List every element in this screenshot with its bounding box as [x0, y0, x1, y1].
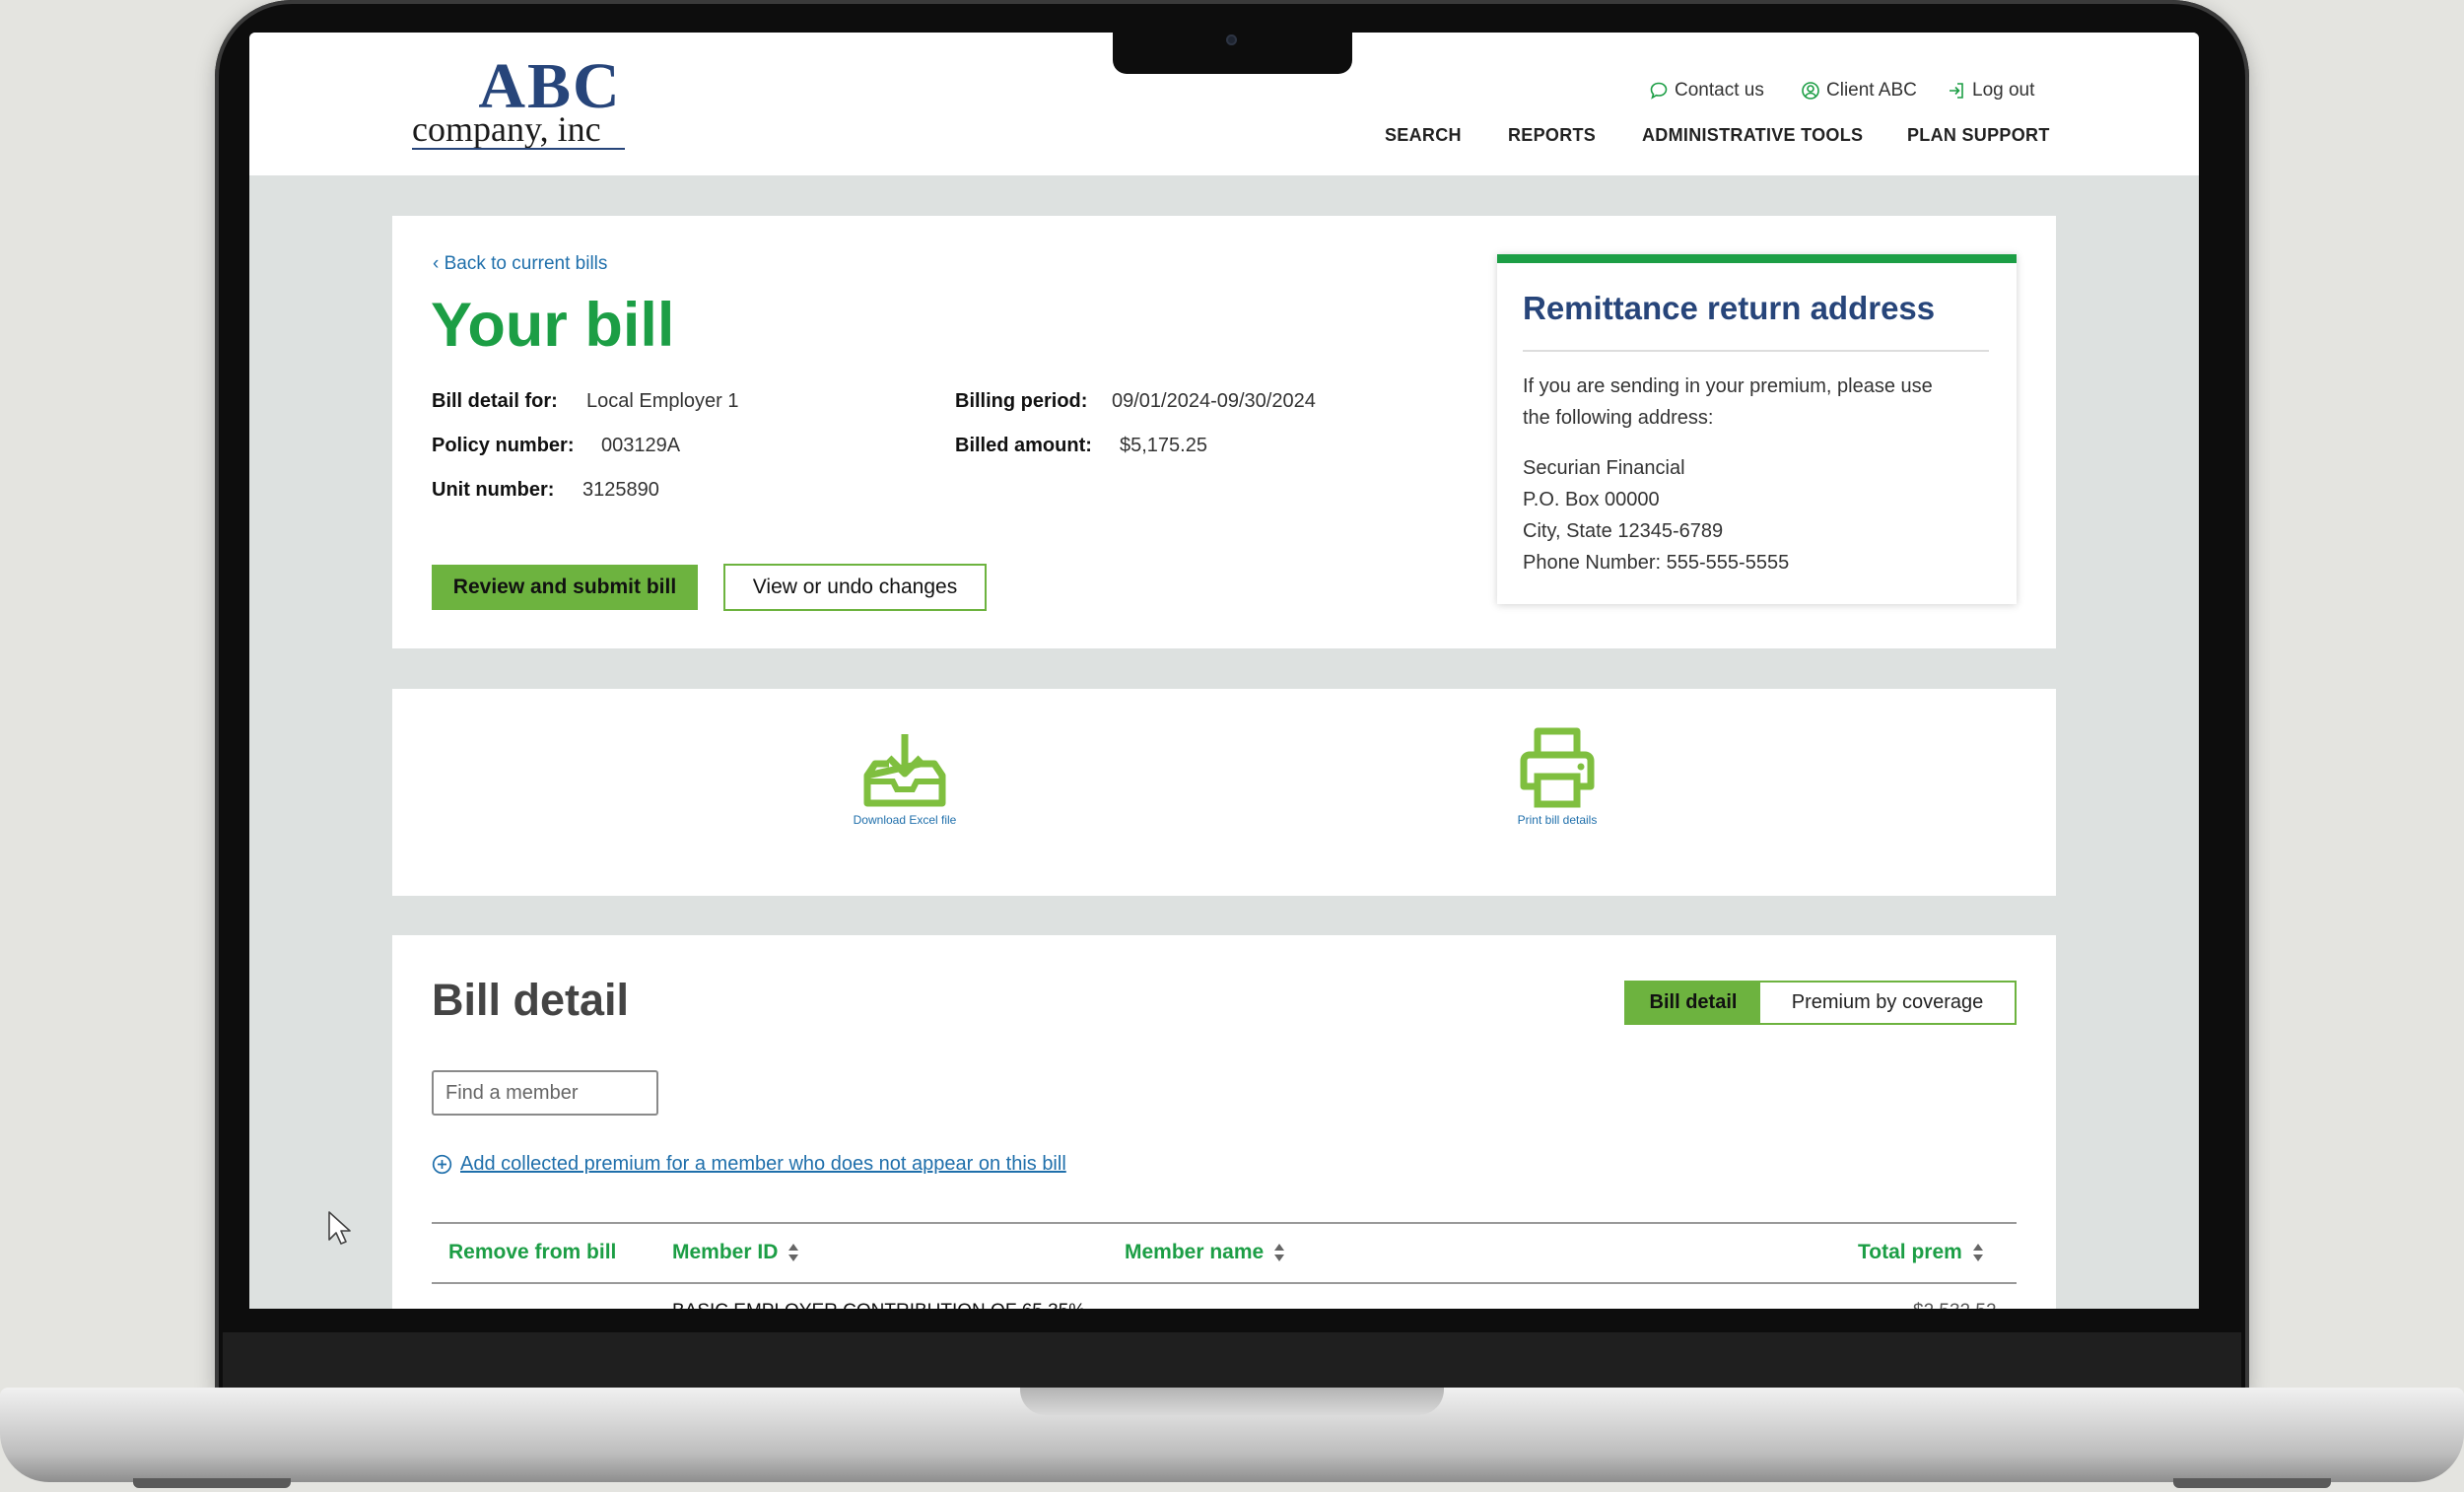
- download-excel-label: Download Excel file: [853, 813, 957, 827]
- chevron-left-icon: ‹: [433, 253, 445, 274]
- client-account-link[interactable]: Client ABC: [1801, 76, 1917, 105]
- mouse-cursor-icon: [328, 1211, 351, 1245]
- remittance-address-phone: Phone Number: 555-555-5555: [1523, 552, 1790, 574]
- contact-us-label: Contact us: [1675, 80, 1764, 101]
- plus-circle-icon: [432, 1154, 452, 1175]
- sort-icon: [1972, 1244, 1983, 1261]
- page-title: Your bill: [431, 291, 675, 360]
- unit-number-label: Unit number:: [432, 479, 555, 501]
- logo-company-name[interactable]: company, inc: [412, 111, 629, 147]
- laptop-foot-right: [2173, 1478, 2331, 1488]
- unit-number-value: 3125890: [582, 479, 659, 501]
- contact-us-link[interactable]: Contact us: [1649, 76, 1764, 105]
- column-remove-from-bill-label: Remove from bill: [448, 1241, 617, 1263]
- billed-amount-value: $5,175.25: [1120, 435, 1207, 456]
- column-member-id[interactable]: Member ID: [672, 1241, 799, 1264]
- nav-search[interactable]: SEARCH: [1385, 125, 1462, 146]
- back-link-label: Back to current bills: [444, 253, 608, 274]
- download-tray-icon: [863, 734, 946, 807]
- printer-icon: [1520, 727, 1595, 808]
- camera-icon: [1226, 34, 1237, 45]
- user-circle-icon: [1802, 82, 1819, 100]
- laptop-bezel-bottom: [223, 1332, 2241, 1391]
- column-member-name-label: Member name: [1125, 1241, 1265, 1263]
- add-collected-premium-link[interactable]: Add collected premium for a member who d…: [432, 1153, 1066, 1176]
- view-or-undo-changes-button[interactable]: View or undo changes: [723, 564, 987, 611]
- billing-period-value: 09/01/2024-09/30/2024: [1112, 390, 1316, 412]
- find-member-input[interactable]: [432, 1070, 658, 1116]
- print-bill-details-link[interactable]: Print bill details: [1493, 725, 1621, 827]
- billed-amount-label: Billed amount:: [955, 435, 1092, 456]
- remittance-intro-line-1: If you are sending in your premium, plea…: [1523, 375, 1933, 397]
- remittance-intro-line-2: the following address:: [1523, 407, 1714, 429]
- column-total-premium-label: Total prem: [1858, 1241, 1962, 1263]
- download-excel-link[interactable]: Download Excel file: [841, 730, 969, 827]
- tab-bill-detail[interactable]: Bill detail: [1626, 983, 1760, 1023]
- column-member-id-label: Member ID: [672, 1241, 779, 1263]
- client-account-label: Client ABC: [1826, 80, 1917, 101]
- logout-icon: [1950, 83, 1963, 99]
- bill-detail-for-value: Local Employer 1: [586, 390, 739, 412]
- log-out-link[interactable]: Log out: [1947, 76, 2034, 105]
- laptop-base-notch: [1020, 1388, 1444, 1415]
- table-row-description: BASIC EMPLOYER CONTRIBUTION OF 65.35%: [672, 1301, 1085, 1309]
- table-row-amount: $2,532.52: [1913, 1301, 1997, 1309]
- sort-icon: [788, 1244, 799, 1261]
- remittance-address-city: City, State 12345-6789: [1523, 520, 1724, 542]
- screen: ABC company, inc Contact us Client ABC L…: [249, 33, 2199, 1309]
- sort-icon: [1274, 1244, 1285, 1261]
- policy-number-value: 003129A: [601, 435, 681, 456]
- remittance-divider: [1523, 350, 1989, 352]
- laptop-foot-left: [133, 1478, 291, 1488]
- bill-detail-title: Bill detail: [432, 975, 630, 1025]
- print-bill-details-label: Print bill details: [1517, 813, 1598, 827]
- column-member-name[interactable]: Member name: [1125, 1241, 1285, 1264]
- back-to-current-bills-link[interactable]: ‹ Back to current bills: [433, 253, 607, 275]
- column-remove-from-bill: Remove from bill: [448, 1241, 616, 1264]
- table-top-border: [432, 1222, 2017, 1224]
- nav-administrative-tools[interactable]: ADMINISTRATIVE TOOLS: [1642, 125, 1863, 146]
- table-header-border: [432, 1282, 2017, 1284]
- remittance-title: Remittance return address: [1523, 290, 1936, 326]
- nav-reports[interactable]: REPORTS: [1508, 125, 1596, 146]
- remittance-address-name: Securian Financial: [1523, 457, 1685, 479]
- tab-premium-by-coverage[interactable]: Premium by coverage: [1760, 983, 2015, 1023]
- log-out-label: Log out: [1972, 80, 2035, 101]
- policy-number-label: Policy number:: [432, 435, 575, 456]
- nav-plan-support[interactable]: PLAN SUPPORT: [1907, 125, 2050, 146]
- column-total-premium[interactable]: Total prem: [1858, 1241, 1984, 1264]
- view-toggle-group: Bill detail Premium by coverage: [1624, 981, 2017, 1025]
- chat-bubble-icon: [1650, 82, 1668, 100]
- bill-actions-card: [392, 689, 2056, 896]
- remittance-address-po-box: P.O. Box 00000: [1523, 489, 1660, 510]
- review-and-submit-bill-button[interactable]: Review and submit bill: [432, 565, 698, 610]
- bill-detail-for-label: Bill detail for:: [432, 390, 558, 412]
- logo-underline: [412, 148, 625, 150]
- billing-period-label: Billing period:: [955, 390, 1088, 412]
- add-collected-premium-label: Add collected premium for a member who d…: [460, 1153, 1066, 1175]
